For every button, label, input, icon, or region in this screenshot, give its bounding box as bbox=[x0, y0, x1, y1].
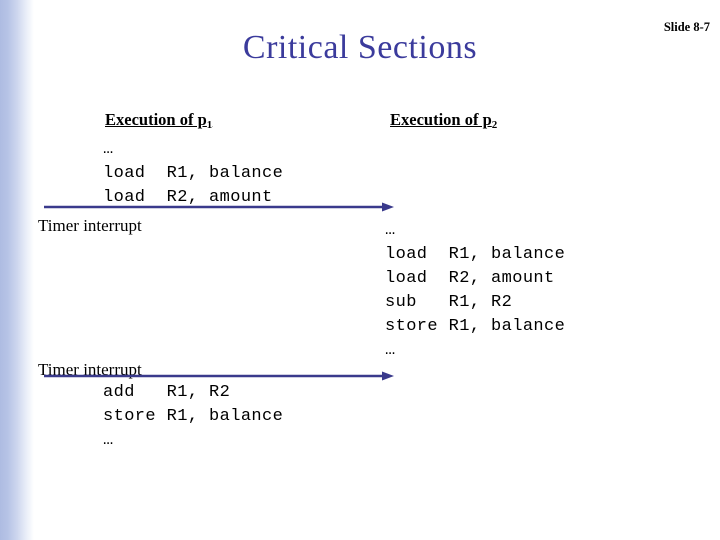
column-header-p2: Execution of p2 bbox=[390, 110, 498, 131]
context-switch-arrow-1 bbox=[44, 202, 394, 212]
column-header-p1: Execution of p1 bbox=[105, 110, 213, 131]
left-gradient-stripe bbox=[0, 0, 34, 540]
column-header-p1-text: Execution of p bbox=[105, 110, 207, 129]
timer-interrupt-label-1: Timer interrupt bbox=[38, 216, 142, 235]
code-block-p1-top: … load R1, balance load R2, amount bbox=[103, 140, 284, 207]
page-title: Critical Sections bbox=[242, 29, 478, 66]
column-header-p1-subscript: 1 bbox=[206, 119, 213, 131]
column-header-p2-text: Execution of p bbox=[390, 110, 492, 129]
column-header-p2-subscript: 2 bbox=[491, 119, 498, 131]
slide-canvas: Slide 8-7 Critical Sections Execution of… bbox=[0, 0, 720, 540]
code-block-p2: … load R1, balance load R2, amount sub R… bbox=[385, 221, 566, 360]
context-switch-arrow-2 bbox=[44, 371, 394, 381]
code-block-p1-bottom: add R1, R2 store R1, balance … bbox=[103, 383, 284, 450]
